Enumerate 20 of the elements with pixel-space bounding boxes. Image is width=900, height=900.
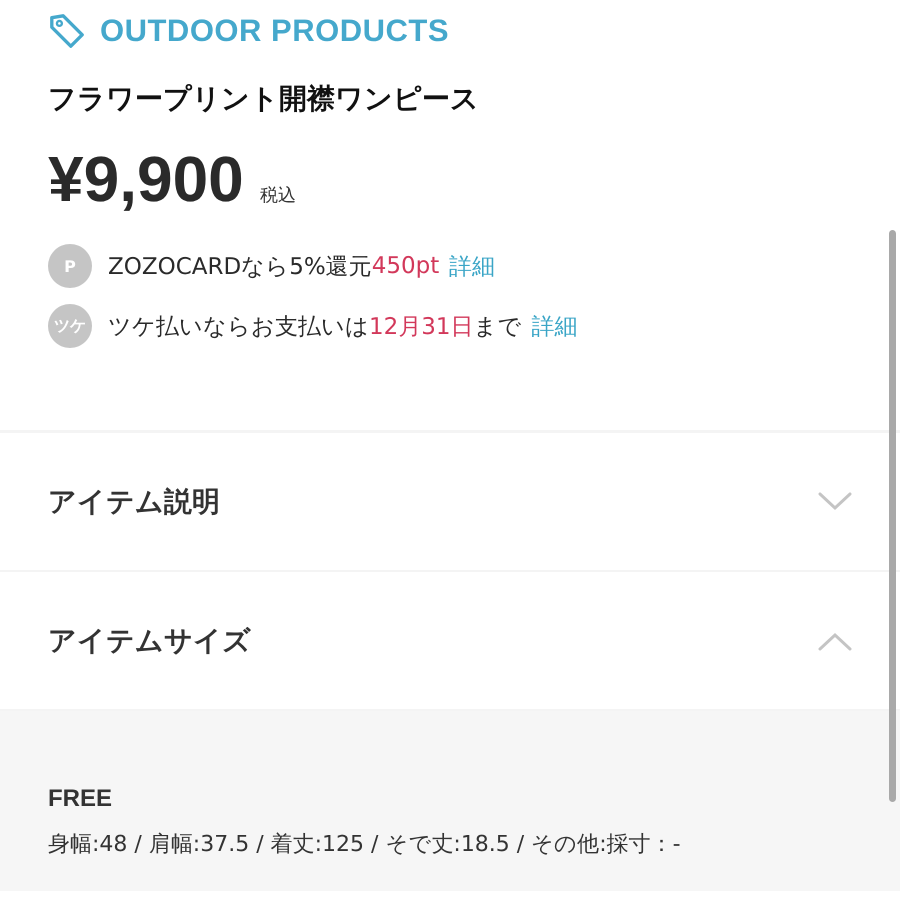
chevron-up-icon: [818, 630, 852, 650]
chevron-down-icon: [818, 492, 852, 512]
benefit-text: ZOZOCARDなら5%還元: [108, 252, 372, 282]
highlight-text: 450pt: [372, 253, 440, 279]
benefit-text: まで: [474, 312, 522, 342]
detail-link[interactable]: 詳細: [532, 310, 578, 342]
badge-icon: ツケ: [48, 304, 92, 348]
scrollbar-thumb[interactable]: [889, 230, 896, 802]
badge-icon: P: [48, 244, 92, 288]
size-label: FREE: [48, 785, 114, 813]
detail-link[interactable]: 詳細: [449, 250, 496, 282]
benefit-text: ツケ払いならお支払いは: [108, 312, 369, 342]
tag-icon: [48, 12, 86, 50]
measurements-text: 身幅:48 / 肩幅:37.5 / 着丈:125 / そで丈:18.5 / その他:採寸：-: [48, 831, 682, 859]
product-title: フラワープリント開襟ワンピース: [48, 81, 480, 117]
brand-link[interactable]: OUTDOOR PRODUCTS: [100, 13, 449, 49]
accordion-header[interactable]: アイテム説明: [0, 433, 900, 572]
highlight-text: 12月31日: [369, 312, 474, 342]
price: ¥9,900: [48, 142, 244, 216]
tax-note: 税込: [260, 184, 296, 207]
